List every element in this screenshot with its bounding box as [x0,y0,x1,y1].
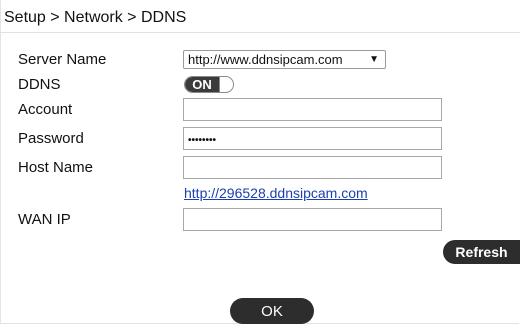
ddns-toggle[interactable]: ON [184,76,234,93]
server-name-label: Server Name [18,51,107,68]
chevron-down-icon: ▼ [369,54,379,65]
toggle-knob [219,77,233,92]
ddns-label: DDNS [18,76,61,93]
password-label: Password [18,130,84,147]
refresh-button[interactable]: Refresh [443,240,520,264]
wan-ip-input[interactable] [183,208,442,231]
password-value: •••••••• [188,135,217,146]
account-label: Account [18,101,73,118]
wan-ip-label: WAN IP [18,211,71,228]
host-name-input[interactable] [183,156,442,179]
ddns-toggle-state: ON [185,77,219,92]
host-name-label: Host Name [18,159,94,176]
ok-button[interactable]: OK [230,298,314,324]
breadcrumb: Setup > Network > DDNS [4,9,187,26]
account-input[interactable] [183,98,442,121]
password-input[interactable]: •••••••• [183,127,442,150]
server-name-selected: http://www.ddnsipcam.com [188,52,343,67]
server-name-select[interactable]: http://www.ddnsipcam.com ▼ [183,50,386,69]
title-divider [0,32,520,33]
host-url-link[interactable]: http://296528.ddnsipcam.com [184,184,368,202]
